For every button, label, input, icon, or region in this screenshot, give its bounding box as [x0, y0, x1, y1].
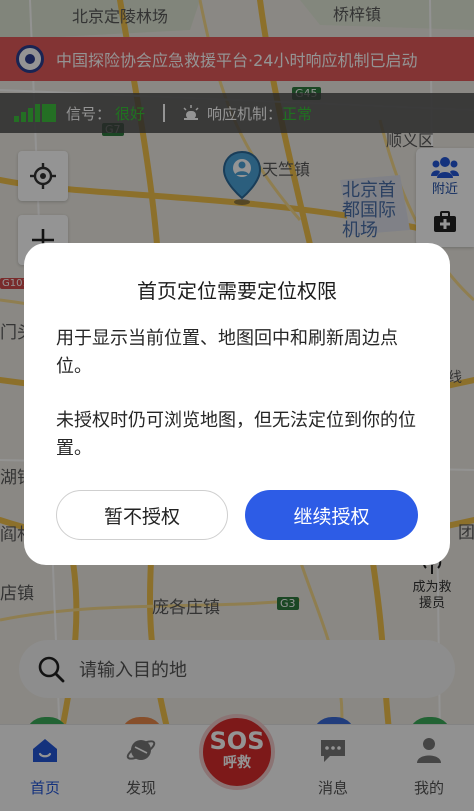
dialog-paragraph-purpose: 用于显示当前位置、地图回中和刷新周边点位。 — [56, 328, 398, 377]
dialog-paragraph-fallback: 未授权时仍可浏览地图，但无法定位到你的位置。 — [56, 410, 416, 459]
location-permission-dialog: 首页定位需要定位权限 用于显示当前位置、地图回中和刷新周边点位。 未授权时仍可浏… — [24, 243, 450, 565]
grant-permission-button[interactable]: 继续授权 — [245, 490, 418, 540]
dialog-title: 首页定位需要定位权限 — [137, 279, 337, 303]
deny-permission-button[interactable]: 暂不授权 — [56, 490, 228, 540]
